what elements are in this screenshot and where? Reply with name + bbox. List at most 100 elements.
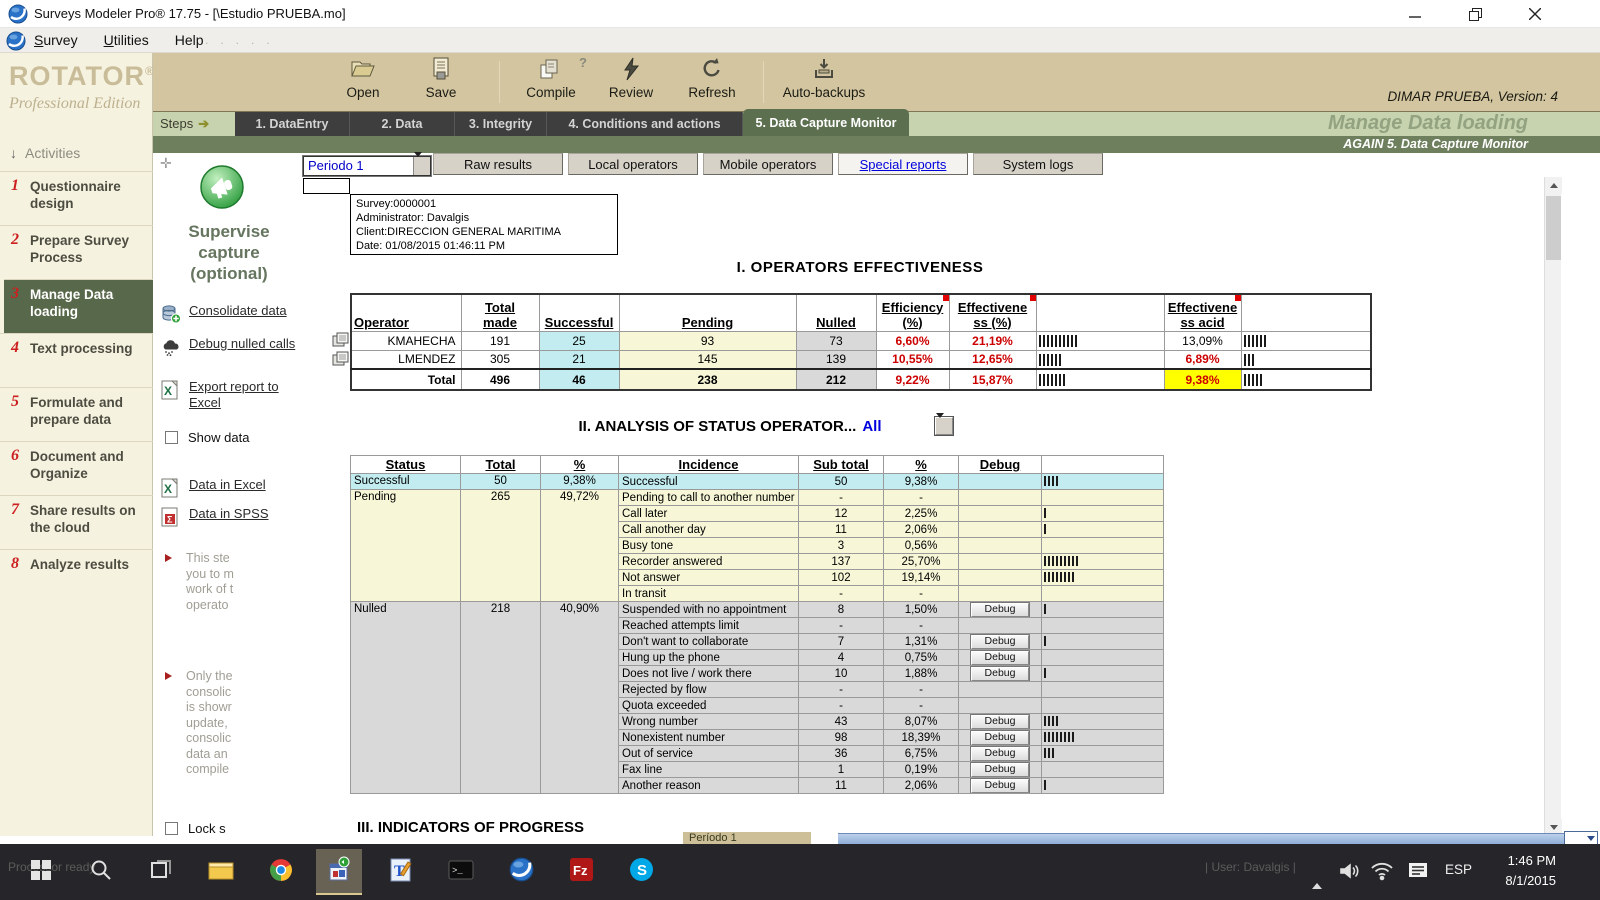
window-minimize-button[interactable]	[1398, 0, 1432, 28]
report-tab-system-logs[interactable]: System logs	[973, 153, 1103, 175]
tray-expand-caret[interactable]	[1312, 866, 1322, 884]
cell-debug	[959, 490, 1042, 506]
debug-button[interactable]: Debug	[971, 667, 1029, 681]
panel-link-debug-nulled-calls[interactable]: Debug nulled calls	[161, 336, 307, 362]
taskbar-sphere-app-button[interactable]	[498, 849, 544, 895]
menu-item-survey[interactable]: Survey	[32, 28, 80, 53]
operators-effectiveness-table: OperatorTotal madeSuccessfulPendingNulle…	[350, 293, 1372, 391]
table2-header: Status	[351, 456, 461, 474]
sidebar-item-prepare-survey-process[interactable]: 2Prepare Survey Process	[0, 225, 153, 279]
step-tab-1[interactable]: 1. DataEntry	[235, 112, 350, 136]
step-tab-5[interactable]: 5. Data Capture Monitor	[743, 109, 909, 136]
taskbar-chrome-button[interactable]	[258, 849, 304, 895]
speaker-icon[interactable]	[1338, 861, 1360, 886]
report-tab-local-operators[interactable]: Local operators	[568, 153, 698, 175]
terminal-icon: >_	[448, 859, 474, 886]
menu-item-utilities[interactable]: Utilities	[102, 28, 151, 53]
cell-incidence: Rejected by flow	[619, 682, 799, 698]
printer-icon[interactable]	[332, 332, 349, 347]
clock[interactable]: 1:46 PM 8/1/2015	[1505, 851, 1556, 891]
clock-date: 8/1/2015	[1505, 871, 1556, 891]
taskbar-start-button[interactable]	[18, 849, 64, 895]
cell-bars	[1042, 586, 1164, 602]
checkbox-icon[interactable]	[165, 822, 178, 835]
debug-button[interactable]: Debug	[971, 731, 1029, 745]
touch-keyboard-icon[interactable]	[1408, 861, 1428, 884]
window-close-button[interactable]	[1518, 0, 1552, 28]
step-tab-3[interactable]: 3. Integrity	[455, 112, 547, 136]
period-dropdown-button[interactable]	[413, 157, 430, 175]
cell-effectiveness: 15,87%	[949, 369, 1036, 390]
toolbar-button-compile[interactable]: ?Compile	[513, 57, 589, 100]
sidebar-item-document-and-organize[interactable]: 6Document and Organize	[0, 441, 153, 495]
note-line: compile	[186, 762, 233, 778]
scrollbar-thumb[interactable]	[1546, 196, 1561, 260]
status-filter-value[interactable]: All	[862, 418, 881, 435]
debug-button[interactable]: Debug	[971, 715, 1029, 729]
printer-icon[interactable]	[332, 351, 349, 366]
toolbar-button-save[interactable]: Save	[411, 57, 471, 100]
panel-link-data-in-spss[interactable]: ΣData in SPSS	[161, 506, 307, 532]
step-tab-2[interactable]: 2. Data	[350, 112, 455, 136]
panel-link-consolidate-data[interactable]: Consolidate data	[161, 303, 307, 329]
toolbar-button-auto-backups[interactable]: Auto-backups	[769, 57, 879, 100]
table1-row-kmahecha: KMAHECHA1912593736,60%21,19%13,09%	[351, 331, 1371, 350]
show-data-checkbox[interactable]: Show data	[165, 430, 249, 445]
sidebar-item-text-processing[interactable]: 4Text processing	[0, 333, 153, 387]
wifi-icon[interactable]	[1370, 861, 1394, 886]
table2-header	[1042, 456, 1164, 474]
taskbar-surveys-modeler-app-button[interactable]	[316, 849, 362, 895]
debug-button[interactable]: Debug	[971, 779, 1029, 793]
cell-pct: 0,19%	[884, 762, 959, 778]
menu-item-help[interactable]: Help	[173, 28, 206, 53]
toolbar-button-open[interactable]: Open	[333, 57, 393, 100]
debug-button[interactable]: Debug	[971, 603, 1029, 617]
toolbar-button-review[interactable]: Review	[601, 57, 661, 100]
taskbar-skype-button[interactable]: S	[618, 849, 664, 895]
report-tab-raw-results[interactable]: Raw results	[433, 153, 563, 175]
scroll-up-button[interactable]	[1545, 177, 1562, 194]
empty-cell-box[interactable]	[303, 178, 350, 194]
panel-link-export-report-to-excel[interactable]: XExport report to Excel	[161, 379, 307, 411]
app-logo-icon	[8, 4, 28, 24]
status-filter-dropdown-button[interactable]	[935, 417, 953, 435]
debug-button[interactable]: Debug	[971, 763, 1029, 777]
sidebar-item-formulate-and-prepare-data[interactable]: 5Formulate and prepare data	[0, 387, 153, 441]
move-handle-icon[interactable]: ✛	[160, 155, 172, 172]
sidebar-item-share-results-on-the-cloud[interactable]: 7Share results on the cloud	[0, 495, 153, 549]
sidebar-item-manage-data-loading[interactable]: 3Manage Data loading	[4, 279, 153, 333]
cell-incidence: Another reason	[619, 778, 799, 794]
lock-checkbox[interactable]: Lock s	[165, 821, 226, 836]
window-restore-button[interactable]	[1458, 0, 1492, 28]
step-tab-4[interactable]: 4. Conditions and actions	[547, 112, 743, 136]
cell-bars	[1042, 666, 1164, 682]
sidebar-item-analyze-results[interactable]: 8Analyze results	[0, 549, 153, 585]
cell-status: Pending	[351, 490, 461, 602]
debug-button[interactable]: Debug	[971, 747, 1029, 761]
cell-total-made: 305	[461, 350, 539, 369]
cell-pending: 93	[619, 331, 796, 350]
taskbar-filezilla-button[interactable]: Fz	[558, 849, 604, 895]
toolbar-button-refresh[interactable]: Refresh	[679, 57, 745, 100]
period-combobox[interactable]: Periodo 1	[303, 156, 431, 176]
checkbox-icon[interactable]	[165, 431, 178, 444]
vertical-scrollbar[interactable]	[1544, 177, 1561, 836]
cell-bars	[1042, 554, 1164, 570]
supervise-title-line: (optional)	[161, 263, 297, 284]
sidebar-item-questionnaire-design[interactable]: 1Questionnaire design	[0, 171, 153, 225]
taskbar-terminal-button[interactable]: >_	[438, 849, 484, 895]
cell-debug	[959, 474, 1042, 490]
taskbar-task-view-button[interactable]	[138, 849, 184, 895]
taskbar-file-explorer-button[interactable]	[198, 849, 244, 895]
panel-link-data-in-excel[interactable]: XData in Excel	[161, 477, 307, 503]
language-indicator[interactable]: ESP	[1445, 862, 1472, 877]
taskbar-search-button[interactable]	[78, 849, 124, 895]
report-tab-mobile-operators[interactable]: Mobile operators	[703, 153, 833, 175]
cell-bars	[1042, 538, 1164, 554]
cell-status-total: 218	[461, 602, 541, 794]
table1-header	[1036, 294, 1164, 331]
report-tab-special-reports[interactable]: Special reports	[838, 153, 968, 175]
debug-button[interactable]: Debug	[971, 635, 1029, 649]
debug-button[interactable]: Debug	[971, 651, 1029, 665]
taskbar-text-editor-button[interactable]: T	[378, 849, 424, 895]
